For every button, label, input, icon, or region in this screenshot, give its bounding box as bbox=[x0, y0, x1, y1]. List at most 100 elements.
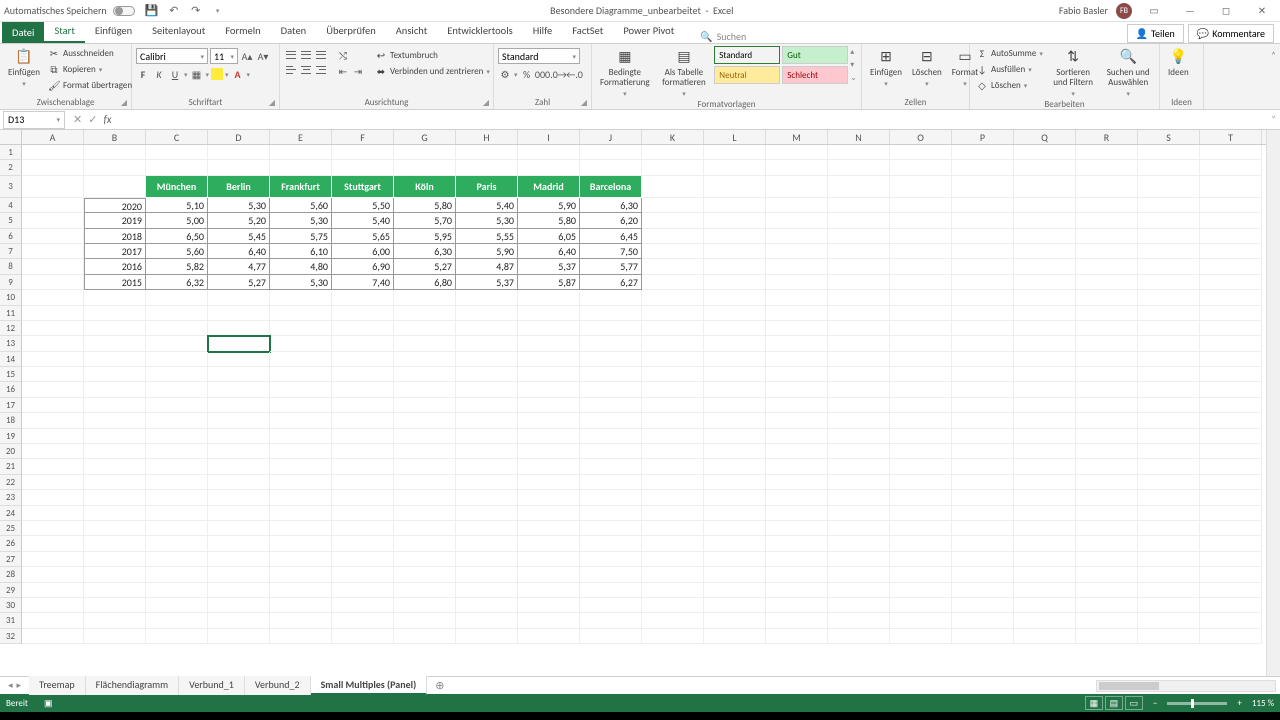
cell[interactable] bbox=[890, 213, 952, 228]
row-header[interactable]: 26 bbox=[0, 536, 22, 551]
cell[interactable] bbox=[952, 306, 1014, 321]
cell[interactable] bbox=[1014, 552, 1076, 567]
cell[interactable] bbox=[1076, 275, 1138, 290]
cell[interactable] bbox=[394, 413, 456, 428]
cell[interactable] bbox=[1014, 244, 1076, 259]
cell[interactable] bbox=[890, 229, 952, 244]
cell[interactable] bbox=[952, 413, 1014, 428]
cell[interactable] bbox=[1014, 198, 1076, 213]
cell[interactable] bbox=[22, 176, 84, 198]
cell[interactable] bbox=[1076, 506, 1138, 521]
cell[interactable] bbox=[952, 367, 1014, 382]
cell[interactable] bbox=[952, 160, 1014, 175]
cell[interactable] bbox=[890, 398, 952, 413]
cell[interactable] bbox=[456, 145, 518, 160]
cell[interactable] bbox=[84, 306, 146, 321]
cell[interactable] bbox=[952, 382, 1014, 397]
indent-increase-icon[interactable]: ⇥ bbox=[351, 64, 365, 78]
cell[interactable] bbox=[1076, 145, 1138, 160]
cell[interactable] bbox=[1014, 382, 1076, 397]
cell[interactable] bbox=[1200, 567, 1262, 582]
cell[interactable] bbox=[642, 198, 704, 213]
autosum-button[interactable]: ΣAutoSumme▾ bbox=[974, 46, 1045, 61]
cell[interactable] bbox=[704, 413, 766, 428]
minimize-icon[interactable]: — bbox=[1176, 1, 1204, 21]
cell[interactable] bbox=[580, 367, 642, 382]
gallery-up-icon[interactable]: ▴ bbox=[850, 47, 857, 57]
cell[interactable] bbox=[642, 321, 704, 336]
cut-button[interactable]: ✂Ausschneiden bbox=[46, 46, 134, 61]
cell[interactable] bbox=[1138, 244, 1200, 259]
cell[interactable] bbox=[1200, 290, 1262, 305]
view-page-break-icon[interactable]: ▭ bbox=[1125, 696, 1143, 710]
cell[interactable] bbox=[146, 429, 208, 444]
cell[interactable] bbox=[1076, 382, 1138, 397]
cell[interactable] bbox=[828, 321, 890, 336]
row-header[interactable]: 9 bbox=[0, 275, 22, 290]
cell[interactable] bbox=[22, 275, 84, 290]
cell[interactable] bbox=[1138, 321, 1200, 336]
cell[interactable] bbox=[84, 413, 146, 428]
cell[interactable] bbox=[84, 629, 146, 644]
cell[interactable]: 6,40 bbox=[208, 244, 270, 259]
cell[interactable] bbox=[952, 613, 1014, 628]
cell[interactable] bbox=[270, 521, 332, 536]
cell[interactable] bbox=[704, 613, 766, 628]
cell[interactable] bbox=[332, 145, 394, 160]
number-format-combo[interactable]: Standard▾ bbox=[498, 48, 580, 64]
cell[interactable] bbox=[642, 382, 704, 397]
cell[interactable] bbox=[22, 413, 84, 428]
cell[interactable] bbox=[704, 259, 766, 274]
cell[interactable] bbox=[146, 536, 208, 551]
cell[interactable] bbox=[1200, 459, 1262, 474]
cell[interactable] bbox=[704, 629, 766, 644]
tab-file[interactable]: Datei bbox=[2, 22, 44, 43]
cell[interactable] bbox=[828, 382, 890, 397]
cell[interactable] bbox=[518, 413, 580, 428]
cell[interactable] bbox=[766, 613, 828, 628]
cell[interactable] bbox=[1076, 629, 1138, 644]
cell[interactable] bbox=[580, 521, 642, 536]
cell[interactable] bbox=[580, 629, 642, 644]
cell[interactable] bbox=[828, 176, 890, 198]
cell[interactable] bbox=[1138, 629, 1200, 644]
cell[interactable] bbox=[1076, 475, 1138, 490]
cell[interactable] bbox=[1014, 521, 1076, 536]
cell[interactable] bbox=[828, 459, 890, 474]
cell[interactable] bbox=[394, 398, 456, 413]
cell[interactable] bbox=[1200, 259, 1262, 274]
cell[interactable] bbox=[766, 413, 828, 428]
cell[interactable] bbox=[394, 160, 456, 175]
cell[interactable] bbox=[580, 413, 642, 428]
cell[interactable] bbox=[1138, 521, 1200, 536]
cell[interactable] bbox=[890, 413, 952, 428]
col-header[interactable]: P bbox=[952, 130, 1014, 144]
cell[interactable] bbox=[952, 145, 1014, 160]
cell[interactable] bbox=[1076, 244, 1138, 259]
cell[interactable]: 5,82 bbox=[146, 259, 208, 274]
cell[interactable]: 5,60 bbox=[270, 198, 332, 213]
cell[interactable] bbox=[1138, 382, 1200, 397]
share-button[interactable]: 👤Teilen bbox=[1127, 24, 1184, 43]
cell[interactable] bbox=[456, 336, 518, 351]
cell[interactable] bbox=[332, 290, 394, 305]
cell[interactable] bbox=[828, 352, 890, 367]
cell[interactable] bbox=[518, 444, 580, 459]
cell[interactable] bbox=[84, 598, 146, 613]
cell[interactable] bbox=[332, 352, 394, 367]
cell[interactable] bbox=[580, 444, 642, 459]
cell[interactable] bbox=[1014, 398, 1076, 413]
cell[interactable] bbox=[704, 444, 766, 459]
cell[interactable] bbox=[642, 145, 704, 160]
cell[interactable] bbox=[766, 536, 828, 551]
col-header[interactable]: B bbox=[84, 130, 146, 144]
tab-überprüfen[interactable]: Überprüfen bbox=[316, 20, 386, 43]
cell[interactable] bbox=[642, 583, 704, 598]
tab-hilfe[interactable]: Hilfe bbox=[523, 20, 563, 43]
cell[interactable] bbox=[1200, 429, 1262, 444]
cell[interactable] bbox=[580, 475, 642, 490]
cell[interactable]: 5,75 bbox=[270, 229, 332, 244]
cell[interactable]: 5,30 bbox=[270, 275, 332, 290]
cell[interactable] bbox=[22, 259, 84, 274]
cell[interactable] bbox=[1200, 275, 1262, 290]
